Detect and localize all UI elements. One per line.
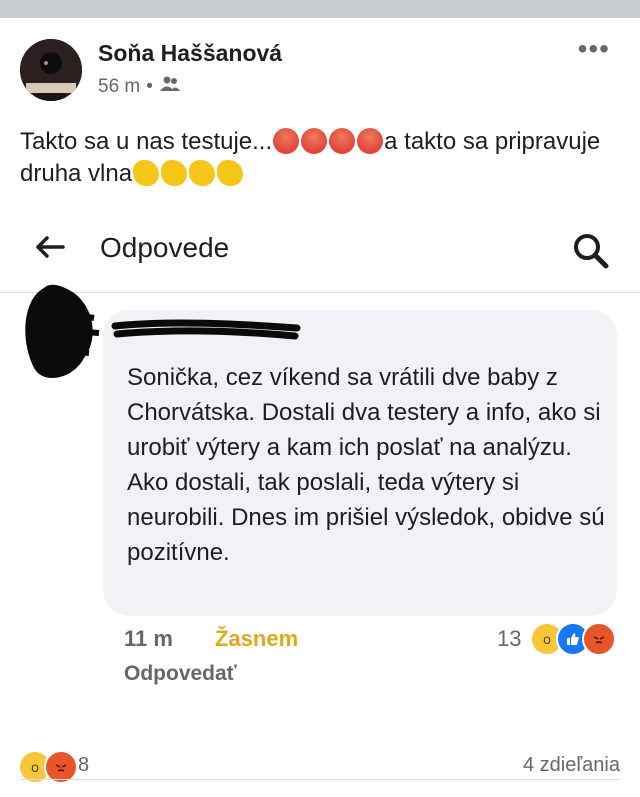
meta-separator: •	[146, 76, 153, 97]
post-share-count[interactable]: 4 zdieľania	[523, 754, 620, 777]
author-avatar[interactable]	[20, 39, 82, 101]
post-reaction-count[interactable]: 8	[78, 754, 89, 777]
back-arrow-icon[interactable]	[33, 230, 67, 273]
comment-reactions[interactable]: o	[530, 622, 616, 656]
embedded-replies-screenshot: Odpovede Sonička, cez víkend sa vrátili …	[0, 212, 640, 797]
comment-time: 11 m	[124, 626, 173, 651]
group-icon	[159, 76, 181, 98]
clapping-hands-emoji	[161, 160, 188, 186]
replies-title: Odpovede	[100, 232, 230, 263]
clapping-hands-emoji	[217, 160, 244, 186]
clapping-hands-emoji	[189, 160, 216, 186]
comment-react-button[interactable]: Žasnem	[215, 626, 298, 652]
top-bar	[0, 0, 640, 18]
post-text: Takto sa u nas testuje... a takto sa prip…	[20, 126, 620, 190]
angry-face-emoji	[273, 128, 300, 154]
comment-bubble: Sonička, cez víkend sa vrátili dve baby …	[103, 310, 617, 616]
comment-text: Sonička, cez víkend sa vrátili dve baby …	[127, 364, 605, 566]
post-header: Soňa Haššanová 56 m • •••	[0, 18, 640, 118]
angry-face-emoji	[357, 128, 384, 154]
more-options-icon[interactable]: •••	[578, 35, 610, 63]
comment-reply-button[interactable]: Odpovedať	[124, 662, 237, 686]
post-footer: o 8 4 zdieľania	[0, 732, 640, 797]
author-name[interactable]: Soňa Haššanová	[98, 40, 282, 67]
redacted-commenter-name	[111, 316, 301, 347]
clapping-hands-emoji	[133, 160, 160, 186]
angry-face-emoji	[301, 128, 328, 154]
comment-reaction-count[interactable]: 13	[497, 626, 521, 652]
footer-divider	[20, 779, 620, 780]
angry-reaction-icon	[582, 622, 616, 656]
post-text-part1: Takto sa u nas testuje...	[20, 128, 273, 155]
search-icon[interactable]	[572, 232, 610, 275]
redacted-avatar	[14, 278, 110, 393]
post-time[interactable]: 56 m	[98, 76, 140, 98]
angry-face-emoji	[329, 128, 356, 154]
post-meta: 56 m •	[98, 76, 181, 98]
